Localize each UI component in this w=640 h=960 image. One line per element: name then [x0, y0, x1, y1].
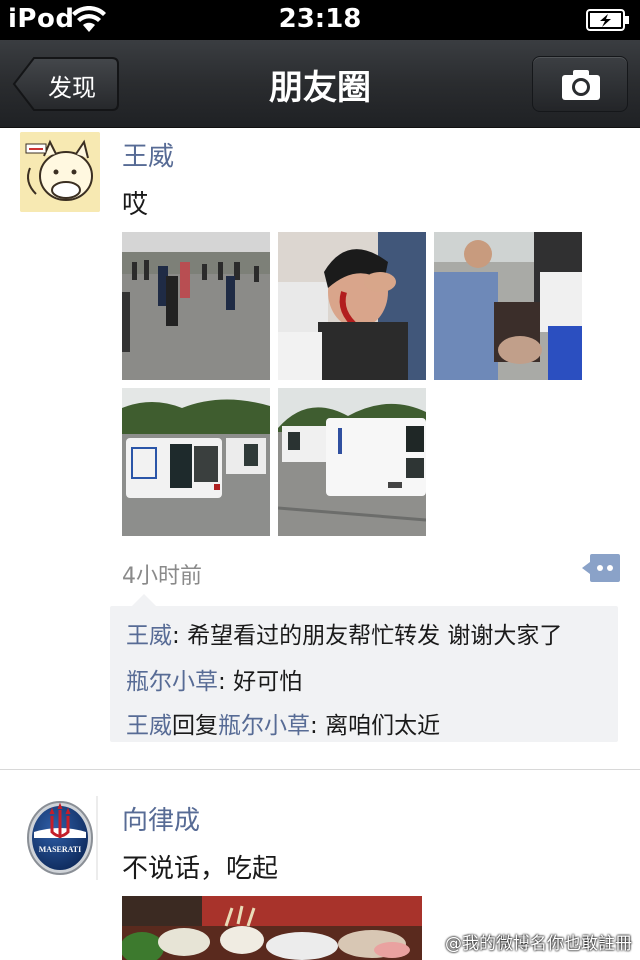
riot-crowd-photo: [122, 232, 270, 380]
clock: 23:18: [278, 4, 362, 34]
comments-box: 王威: 希望看过的朋友帮忙转发 谢谢大家了 瓶尔小草: 好可怕 王威回复瓶尔小草…: [110, 594, 618, 742]
overturned-van-photo: [278, 388, 426, 536]
battery-charging-icon: [586, 9, 629, 31]
moments-feed[interactable]: 王威 哎 4小时前 王威: 希望看过的朋友帮忙转发 谢谢大家了 瓶尔小草: 好可…: [0, 128, 640, 960]
overturned-police-car-photo: [122, 388, 270, 536]
post-photo-2[interactable]: [278, 232, 426, 380]
comment-text: 好可怕: [233, 669, 303, 695]
camera-button[interactable]: [532, 56, 628, 112]
comment-action-icon[interactable]: [582, 554, 620, 582]
weibo-watermark: @我的微博名你也敢註冊: [445, 934, 632, 954]
food-table-photo: [122, 896, 422, 960]
avatar-separator: [96, 796, 98, 880]
post-photo-1[interactable]: [122, 232, 270, 380]
maserati-logo-text: MASERATI: [39, 845, 82, 854]
comment-item[interactable]: 王威回复瓶尔小草: 离咱们太近: [126, 706, 440, 740]
comment-separator: :: [310, 713, 326, 739]
reply-target-name[interactable]: 瓶尔小草: [218, 713, 310, 739]
camera-icon: [562, 70, 600, 100]
post-photo-4[interactable]: [122, 388, 270, 536]
post-photo-5[interactable]: [278, 388, 426, 536]
comment-text: 离咱们太近: [325, 713, 441, 739]
avatar[interactable]: MASERATI: [20, 798, 100, 878]
post-text: 哎: [122, 190, 149, 220]
commenter-name[interactable]: 王威: [126, 623, 172, 649]
comment-item[interactable]: 王威: 希望看过的朋友帮忙转发 谢谢大家了: [126, 616, 562, 650]
injured-man-photo: [278, 232, 426, 380]
commenter-name[interactable]: 瓶尔小草: [126, 669, 218, 695]
crowd-helping-photo: [434, 232, 582, 380]
post-author-name[interactable]: 王威: [122, 136, 174, 173]
maserati-logo-icon: MASERATI: [27, 801, 93, 875]
status-bar: iPod 23:18: [0, 0, 640, 40]
post-timestamp: 4小时前: [122, 564, 202, 589]
comment-separator: :: [172, 623, 188, 649]
comment-separator: :: [218, 669, 234, 695]
comment-text: 希望看过的朋友帮忙转发 谢谢大家了: [187, 623, 563, 649]
reply-word: 回复: [172, 713, 218, 739]
post-photo-3[interactable]: [434, 232, 582, 380]
navigation-bar: 发现 朋友圈: [0, 40, 640, 128]
post-text: 不说话，吃起: [122, 854, 279, 884]
cartoon-cat-avatar-icon: [20, 132, 100, 212]
post-photo-food[interactable]: [122, 896, 422, 960]
commenter-name[interactable]: 王威: [126, 713, 172, 739]
post-author-name[interactable]: 向律成: [122, 800, 200, 837]
avatar[interactable]: [20, 132, 100, 212]
comment-item[interactable]: 瓶尔小草: 好可怕: [126, 662, 302, 696]
post-divider: [0, 769, 640, 770]
